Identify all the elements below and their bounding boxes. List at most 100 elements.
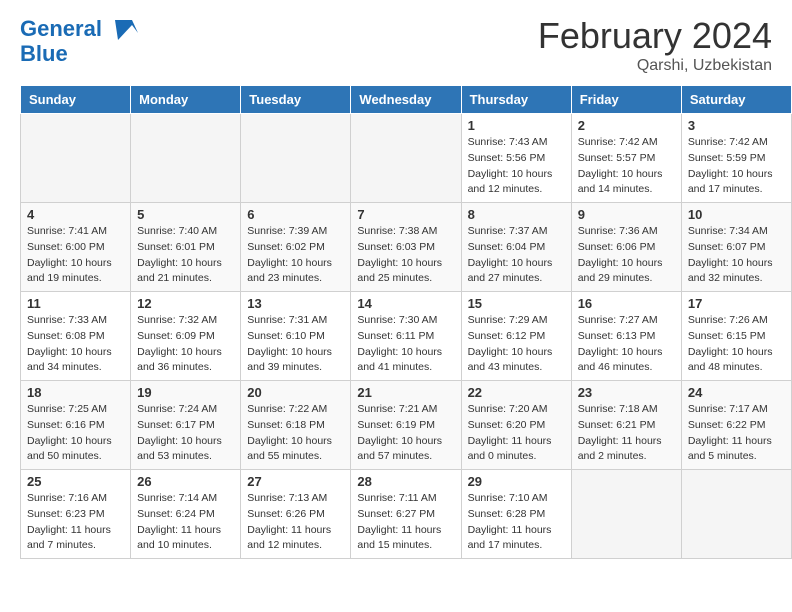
day-number: 14 [357, 296, 454, 311]
calendar-cell: 4 Sunrise: 7:41 AMSunset: 6:00 PMDayligh… [21, 203, 131, 292]
day-info: Sunrise: 7:13 AMSunset: 6:26 PMDaylight:… [247, 492, 331, 551]
day-info: Sunrise: 7:42 AMSunset: 5:59 PMDaylight:… [688, 136, 773, 195]
day-number: 15 [468, 296, 565, 311]
calendar-cell: 2 Sunrise: 7:42 AMSunset: 5:57 PMDayligh… [571, 114, 681, 203]
calendar-cell [241, 114, 351, 203]
logo: General Blue [20, 15, 140, 67]
day-number: 17 [688, 296, 785, 311]
calendar-week-5: 25 Sunrise: 7:16 AMSunset: 6:23 PMDaylig… [21, 470, 792, 559]
location: Qarshi, Uzbekistan [538, 57, 772, 75]
calendar-cell: 27 Sunrise: 7:13 AMSunset: 6:26 PMDaylig… [241, 470, 351, 559]
calendar-cell: 9 Sunrise: 7:36 AMSunset: 6:06 PMDayligh… [571, 203, 681, 292]
calendar-cell: 20 Sunrise: 7:22 AMSunset: 6:18 PMDaylig… [241, 381, 351, 470]
calendar-cell: 5 Sunrise: 7:40 AMSunset: 6:01 PMDayligh… [131, 203, 241, 292]
day-info: Sunrise: 7:18 AMSunset: 6:21 PMDaylight:… [578, 403, 662, 462]
day-number: 11 [27, 296, 124, 311]
calendar-week-2: 4 Sunrise: 7:41 AMSunset: 6:00 PMDayligh… [21, 203, 792, 292]
calendar-cell: 15 Sunrise: 7:29 AMSunset: 6:12 PMDaylig… [461, 292, 571, 381]
day-info: Sunrise: 7:36 AMSunset: 6:06 PMDaylight:… [578, 225, 663, 284]
calendar-cell: 11 Sunrise: 7:33 AMSunset: 6:08 PMDaylig… [21, 292, 131, 381]
calendar-cell: 23 Sunrise: 7:18 AMSunset: 6:21 PMDaylig… [571, 381, 681, 470]
day-number: 25 [27, 474, 124, 489]
day-number: 6 [247, 207, 344, 222]
day-header-friday: Friday [571, 86, 681, 114]
day-info: Sunrise: 7:42 AMSunset: 5:57 PMDaylight:… [578, 136, 663, 195]
day-info: Sunrise: 7:25 AMSunset: 6:16 PMDaylight:… [27, 403, 112, 462]
day-number: 23 [578, 385, 675, 400]
calendar-cell [681, 470, 791, 559]
day-info: Sunrise: 7:27 AMSunset: 6:13 PMDaylight:… [578, 314, 663, 373]
day-info: Sunrise: 7:43 AMSunset: 5:56 PMDaylight:… [468, 136, 553, 195]
day-info: Sunrise: 7:40 AMSunset: 6:01 PMDaylight:… [137, 225, 222, 284]
day-number: 5 [137, 207, 234, 222]
calendar-cell: 24 Sunrise: 7:17 AMSunset: 6:22 PMDaylig… [681, 381, 791, 470]
calendar-header-row: SundayMondayTuesdayWednesdayThursdayFrid… [21, 86, 792, 114]
calendar-cell: 3 Sunrise: 7:42 AMSunset: 5:59 PMDayligh… [681, 114, 791, 203]
day-number: 24 [688, 385, 785, 400]
day-info: Sunrise: 7:34 AMSunset: 6:07 PMDaylight:… [688, 225, 773, 284]
day-info: Sunrise: 7:30 AMSunset: 6:11 PMDaylight:… [357, 314, 442, 373]
calendar-cell: 25 Sunrise: 7:16 AMSunset: 6:23 PMDaylig… [21, 470, 131, 559]
calendar-cell: 12 Sunrise: 7:32 AMSunset: 6:09 PMDaylig… [131, 292, 241, 381]
day-header-saturday: Saturday [681, 86, 791, 114]
day-number: 21 [357, 385, 454, 400]
day-number: 9 [578, 207, 675, 222]
calendar-cell: 10 Sunrise: 7:34 AMSunset: 6:07 PMDaylig… [681, 203, 791, 292]
day-number: 22 [468, 385, 565, 400]
day-number: 29 [468, 474, 565, 489]
day-header-monday: Monday [131, 86, 241, 114]
calendar-cell [131, 114, 241, 203]
day-info: Sunrise: 7:22 AMSunset: 6:18 PMDaylight:… [247, 403, 332, 462]
day-number: 2 [578, 118, 675, 133]
calendar-week-1: 1 Sunrise: 7:43 AMSunset: 5:56 PMDayligh… [21, 114, 792, 203]
calendar-cell: 8 Sunrise: 7:37 AMSunset: 6:04 PMDayligh… [461, 203, 571, 292]
calendar-cell [351, 114, 461, 203]
calendar-cell: 1 Sunrise: 7:43 AMSunset: 5:56 PMDayligh… [461, 114, 571, 203]
calendar-body: 1 Sunrise: 7:43 AMSunset: 5:56 PMDayligh… [21, 114, 792, 559]
calendar-week-4: 18 Sunrise: 7:25 AMSunset: 6:16 PMDaylig… [21, 381, 792, 470]
day-number: 3 [688, 118, 785, 133]
calendar-cell: 19 Sunrise: 7:24 AMSunset: 6:17 PMDaylig… [131, 381, 241, 470]
month-year: February 2024 [538, 15, 772, 57]
day-number: 1 [468, 118, 565, 133]
day-info: Sunrise: 7:37 AMSunset: 6:04 PMDaylight:… [468, 225, 553, 284]
day-number: 26 [137, 474, 234, 489]
calendar-cell: 29 Sunrise: 7:10 AMSunset: 6:28 PMDaylig… [461, 470, 571, 559]
calendar-cell: 17 Sunrise: 7:26 AMSunset: 6:15 PMDaylig… [681, 292, 791, 381]
calendar-week-3: 11 Sunrise: 7:33 AMSunset: 6:08 PMDaylig… [21, 292, 792, 381]
calendar-cell: 28 Sunrise: 7:11 AMSunset: 6:27 PMDaylig… [351, 470, 461, 559]
page-header: General Blue February 2024 Qarshi, Uzbek… [0, 0, 792, 85]
calendar-cell: 14 Sunrise: 7:30 AMSunset: 6:11 PMDaylig… [351, 292, 461, 381]
day-info: Sunrise: 7:11 AMSunset: 6:27 PMDaylight:… [357, 492, 441, 551]
title-area: February 2024 Qarshi, Uzbekistan [538, 15, 772, 75]
day-info: Sunrise: 7:24 AMSunset: 6:17 PMDaylight:… [137, 403, 222, 462]
calendar-cell [21, 114, 131, 203]
day-info: Sunrise: 7:20 AMSunset: 6:20 PMDaylight:… [468, 403, 552, 462]
day-number: 18 [27, 385, 124, 400]
day-header-sunday: Sunday [21, 86, 131, 114]
logo-icon [110, 15, 140, 45]
day-number: 28 [357, 474, 454, 489]
day-header-tuesday: Tuesday [241, 86, 351, 114]
calendar-wrapper: SundayMondayTuesdayWednesdayThursdayFrid… [0, 85, 792, 569]
day-info: Sunrise: 7:10 AMSunset: 6:28 PMDaylight:… [468, 492, 552, 551]
day-info: Sunrise: 7:41 AMSunset: 6:00 PMDaylight:… [27, 225, 112, 284]
calendar-cell: 26 Sunrise: 7:14 AMSunset: 6:24 PMDaylig… [131, 470, 241, 559]
calendar-cell: 22 Sunrise: 7:20 AMSunset: 6:20 PMDaylig… [461, 381, 571, 470]
calendar-cell: 18 Sunrise: 7:25 AMSunset: 6:16 PMDaylig… [21, 381, 131, 470]
day-info: Sunrise: 7:16 AMSunset: 6:23 PMDaylight:… [27, 492, 111, 551]
calendar-cell [571, 470, 681, 559]
calendar-cell: 6 Sunrise: 7:39 AMSunset: 6:02 PMDayligh… [241, 203, 351, 292]
calendar-table: SundayMondayTuesdayWednesdayThursdayFrid… [20, 85, 792, 559]
calendar-cell: 21 Sunrise: 7:21 AMSunset: 6:19 PMDaylig… [351, 381, 461, 470]
day-info: Sunrise: 7:33 AMSunset: 6:08 PMDaylight:… [27, 314, 112, 373]
day-number: 7 [357, 207, 454, 222]
day-header-thursday: Thursday [461, 86, 571, 114]
day-info: Sunrise: 7:14 AMSunset: 6:24 PMDaylight:… [137, 492, 221, 551]
day-info: Sunrise: 7:32 AMSunset: 6:09 PMDaylight:… [137, 314, 222, 373]
day-number: 27 [247, 474, 344, 489]
day-info: Sunrise: 7:29 AMSunset: 6:12 PMDaylight:… [468, 314, 553, 373]
day-number: 10 [688, 207, 785, 222]
day-number: 12 [137, 296, 234, 311]
calendar-cell: 13 Sunrise: 7:31 AMSunset: 6:10 PMDaylig… [241, 292, 351, 381]
